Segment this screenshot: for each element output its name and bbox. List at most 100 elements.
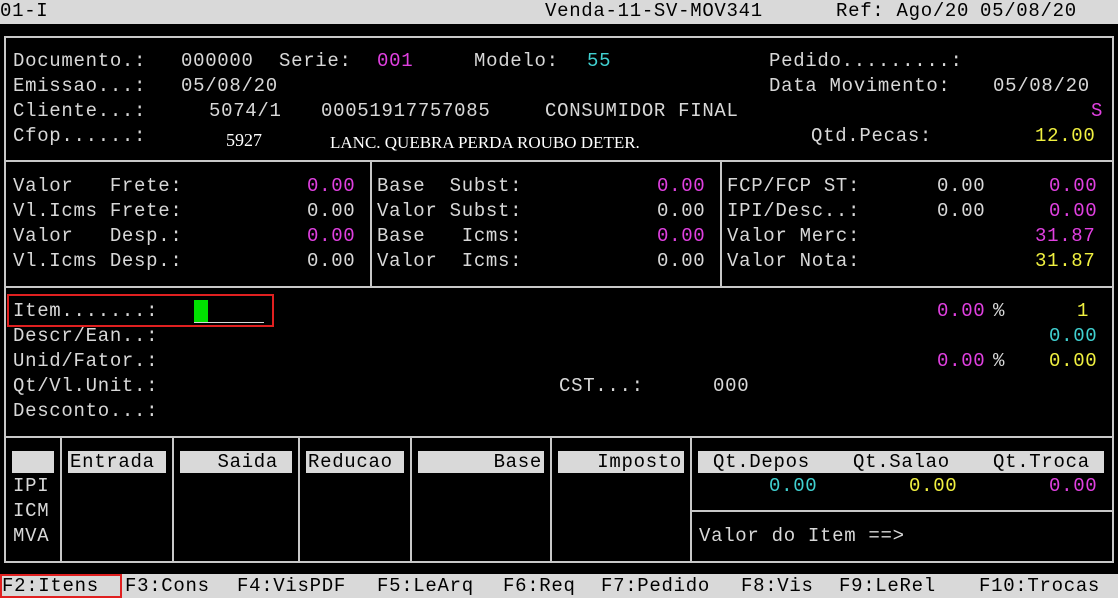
divider: [298, 436, 300, 563]
tax-row-mva: MVA: [13, 525, 50, 547]
base-subst-label: Base Subst:: [377, 175, 523, 197]
cfop-value: 5927: [226, 130, 262, 150]
serie-label: Serie:: [279, 50, 352, 72]
terminal-id: 01-I: [0, 0, 49, 22]
unid-fator-label: Unid/Fator.:: [13, 350, 159, 372]
cst-value: 000: [713, 375, 750, 397]
fcp-value: 0.00: [1049, 175, 1098, 197]
fkey-f10-trocas[interactable]: F10:Trocas: [979, 575, 1100, 598]
cfop-label: Cfop......:: [13, 125, 147, 147]
cliente-flag: S: [1091, 100, 1104, 122]
fkey-f6-req[interactable]: F6:Req: [503, 575, 576, 598]
descr-ean-label: Descr/Ean..:: [13, 325, 159, 347]
tax-row-icm: ICM: [13, 500, 50, 522]
valor-icms-label: Valor Icms:: [377, 250, 523, 272]
qt-troca-header: Qt.Troca: [993, 451, 1090, 473]
qtd-pecas-value: 12.00: [1035, 125, 1096, 147]
reference-period: Ref: Ago/20: [836, 0, 970, 22]
valor-merc-label: Valor Merc:: [727, 225, 861, 247]
fkey-f7-pedido[interactable]: F7:Pedido: [601, 575, 710, 598]
valor-icms-value: 0.00: [657, 250, 706, 272]
divider: [690, 510, 1114, 512]
fcp-label: FCP/FCP ST:: [727, 175, 861, 197]
qt-vl-unit-label: Qt/Vl.Unit.:: [13, 375, 159, 397]
qt-depos-value: 0.00: [769, 475, 818, 497]
valor-merc-value: 31.87: [1035, 225, 1096, 247]
valor-item-label: Valor do Item ==>: [699, 525, 905, 547]
data-movimento-label: Data Movimento:: [769, 75, 951, 97]
divider: [720, 160, 722, 287]
divider: [4, 436, 1114, 438]
base-subst-value: 0.00: [657, 175, 706, 197]
divider: [690, 436, 692, 563]
cliente-document: 00051917757085: [321, 100, 491, 122]
item-input-underline: [194, 322, 264, 323]
fkey-f9-lerel[interactable]: F9:LeRel: [839, 575, 936, 598]
serie-value: 001: [377, 50, 414, 72]
descr-value: 0.00: [1049, 325, 1098, 347]
function-key-bar: F2:Itens F3:Cons F4:VisPDF F5:LeArq F6:R…: [0, 574, 1118, 598]
fkey-f5-learq[interactable]: F5:LeArq: [377, 575, 474, 598]
percent-sign: %: [993, 300, 1006, 322]
modelo-value: 55: [587, 50, 612, 72]
modelo-label: Modelo:: [474, 50, 559, 72]
title-bar: 01-I Venda-11-SV-MOV341 Ref: Ago/20 05/0…: [0, 0, 1118, 24]
fkey-f3-cons[interactable]: F3:Cons: [125, 575, 210, 598]
valor-subst-label: Valor Subst:: [377, 200, 523, 222]
documento-value: 000000: [181, 50, 254, 72]
data-movimento-value: 05/08/20: [993, 75, 1090, 97]
qtd-pecas-label: Qtd.Pecas:: [811, 125, 933, 147]
percent-sign: %: [993, 350, 1006, 372]
tax-header-blank: [12, 451, 54, 473]
ipi-desc-label: IPI/Desc..:: [727, 200, 861, 222]
valor-nota-value: 31.87: [1035, 250, 1096, 272]
fkey-f8-vis[interactable]: F8:Vis: [741, 575, 814, 598]
emissao-label: Emissao...:: [13, 75, 147, 97]
divider: [60, 436, 62, 563]
valor-nota-label: Valor Nota:: [727, 250, 861, 272]
valor-frete-value: 0.00: [307, 175, 356, 197]
tax-header-imposto: Imposto: [558, 451, 684, 473]
fcp-mid-value: 0.00: [937, 175, 986, 197]
valor-desp-value: 0.00: [307, 225, 356, 247]
item-percent: 0.00: [937, 300, 986, 322]
base-icms-label: Base Icms:: [377, 225, 523, 247]
documento-label: Documento.:: [13, 50, 147, 72]
valor-desp-label: Valor Desp.:: [13, 225, 183, 247]
fkey-f2-itens[interactable]: F2:Itens: [2, 575, 99, 598]
base-icms-value: 0.00: [657, 225, 706, 247]
icms-frete-value: 0.00: [307, 200, 356, 222]
item-count: 1: [1077, 300, 1090, 322]
icms-frete-label: Vl.Icms Frete:: [13, 200, 183, 222]
pedido-label: Pedido.........:: [769, 50, 963, 72]
cfop-description: LANC. QUEBRA PERDA ROUBO DETER.: [330, 133, 640, 152]
fkey-f4-vispdf[interactable]: F4:VisPDF: [237, 575, 346, 598]
item-label: Item.......:: [13, 300, 159, 322]
icms-desp-label: Vl.Icms Desp.:: [13, 250, 183, 272]
unid-percent: 0.00: [937, 350, 986, 372]
valor-subst-value: 0.00: [657, 200, 706, 222]
ipi-desc-value: 0.00: [1049, 200, 1098, 222]
divider: [4, 160, 1114, 162]
qt-salao-value: 0.00: [909, 475, 958, 497]
tax-row-ipi: IPI: [13, 475, 50, 497]
tax-header-reducao: Reducao: [306, 451, 404, 473]
screen-name: Venda-11-SV-MOV341: [545, 0, 763, 22]
divider: [550, 436, 552, 563]
divider: [370, 160, 372, 287]
qt-troca-value: 0.00: [1049, 475, 1098, 497]
ipi-desc-mid-value: 0.00: [937, 200, 986, 222]
item-input[interactable]: [194, 300, 264, 322]
valor-frete-label: Valor Frete:: [13, 175, 183, 197]
current-date: 05/08/20: [980, 0, 1077, 22]
divider: [172, 436, 174, 563]
cliente-label: Cliente...:: [13, 100, 147, 122]
divider: [410, 436, 412, 563]
cst-label: CST...:: [559, 375, 644, 397]
emissao-value: 05/08/20: [181, 75, 278, 97]
qt-salao-header: Qt.Salao: [853, 451, 950, 473]
icms-desp-value: 0.00: [307, 250, 356, 272]
tax-header-saida: Saida: [180, 451, 292, 473]
cliente-name: CONSUMIDOR FINAL: [545, 100, 739, 122]
unid-value: 0.00: [1049, 350, 1098, 372]
